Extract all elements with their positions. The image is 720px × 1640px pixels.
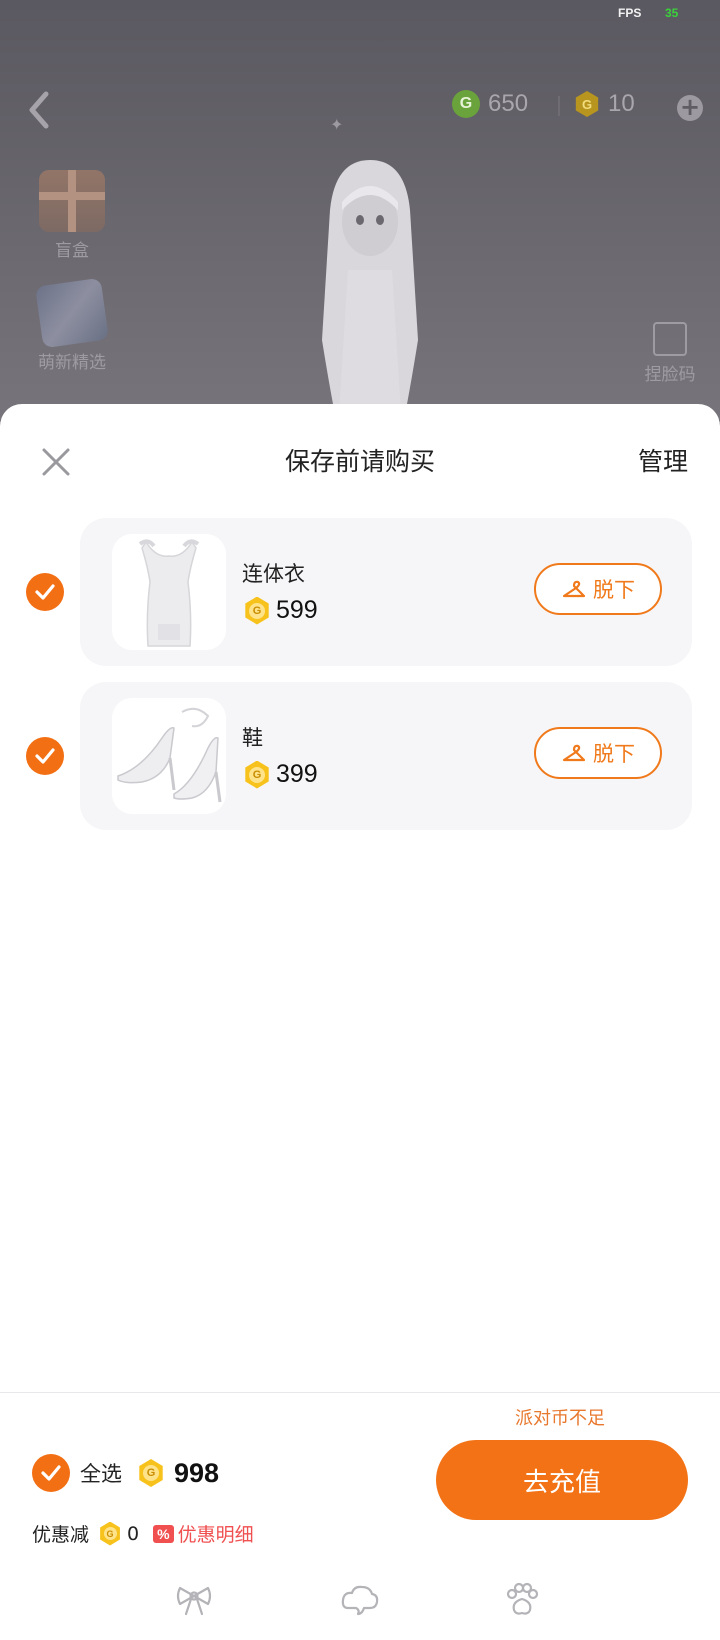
item-thumbnail	[112, 698, 226, 814]
jumpsuit-image	[138, 539, 200, 647]
avatar-character	[322, 160, 418, 420]
select-all-checkbox[interactable]	[32, 1454, 70, 1492]
check-icon	[35, 748, 55, 764]
discount-tag-icon: %	[153, 1524, 174, 1543]
item-name: 连体衣	[242, 562, 305, 586]
item-thumbnail	[112, 534, 226, 650]
green-coin-icon: G	[452, 90, 480, 118]
select-all-toggle[interactable]: 全选 G 998	[32, 1454, 219, 1492]
insufficient-notice: 派对币不足	[515, 1408, 605, 1429]
gold-currency-value: 10	[608, 90, 635, 117]
select-all-label: 全选	[80, 1462, 122, 1486]
bow-icon	[176, 1586, 212, 1616]
coin-icon: G	[139, 1459, 163, 1487]
item-card: 鞋 G 399 脱下	[80, 682, 692, 830]
bow-nav-button[interactable]	[174, 1582, 214, 1618]
check-icon	[41, 1465, 61, 1481]
footer-divider	[0, 1392, 720, 1393]
recharge-button[interactable]: 去充值	[436, 1440, 688, 1520]
item-price: G 399	[244, 760, 318, 789]
plus-icon: +	[679, 93, 701, 121]
take-off-button[interactable]: 脱下	[534, 727, 662, 779]
coin-icon: G	[245, 596, 269, 625]
purchase-sheet: 保存前请购买 管理 连体衣 G 599 脱下 鞋 G 399 脱下 派对币不足 …	[0, 404, 720, 1640]
discount-detail-link[interactable]: % 优惠明细	[153, 1520, 254, 1547]
total-price: 998	[174, 1457, 220, 1488]
add-currency-button[interactable]: +	[677, 95, 703, 121]
item-checkbox[interactable]	[26, 573, 64, 611]
photo-code-button[interactable]: 捏脸码	[638, 322, 702, 385]
item-name: 鞋	[242, 726, 263, 750]
item-card: 连体衣 G 599 脱下	[80, 518, 692, 666]
cloud-nav-button[interactable]	[340, 1582, 380, 1618]
photo-code-label: 捏脸码	[644, 365, 696, 385]
sheet-title: 保存前请购买	[284, 447, 435, 476]
green-currency-value: 650	[488, 90, 529, 117]
coin-icon: G	[245, 760, 269, 789]
take-off-label: 脱下	[593, 578, 635, 602]
item-price: G 599	[244, 596, 318, 625]
back-arrow-icon	[29, 91, 49, 129]
take-off-label: 脱下	[593, 742, 635, 766]
gift-box-icon	[39, 170, 105, 232]
discount-row: 优惠减 G 0 % 优惠明细	[32, 1520, 254, 1547]
fps-value: 35	[665, 6, 679, 20]
gold-currency: G 10	[574, 90, 635, 118]
blind-box-label: 盲盒	[55, 241, 89, 261]
cart-item: 连体衣 G 599 脱下	[0, 518, 720, 666]
discount-label: 优惠减	[32, 1524, 90, 1546]
take-off-button[interactable]: 脱下	[534, 563, 662, 615]
blind-box-button[interactable]: 盲盒	[30, 170, 114, 261]
sparkle-icon: ✦	[330, 115, 344, 134]
currency-divider	[558, 96, 560, 116]
cards-icon	[35, 277, 109, 349]
game-scene-background: FPS 35 G 650 G 10 + ✦ 盲盒 萌新精选 捏脸码	[0, 0, 720, 420]
new-arrivals-button[interactable]: 萌新精选	[30, 277, 114, 373]
paw-icon	[506, 1582, 539, 1615]
discount-detail-label: 优惠明细	[177, 1524, 254, 1546]
check-icon	[35, 584, 55, 600]
shoes-image	[117, 707, 222, 803]
back-button[interactable]	[22, 88, 56, 132]
green-currency: G 650	[452, 90, 528, 118]
cart-item: 鞋 G 399 脱下	[0, 682, 720, 830]
cloud-icon	[341, 1585, 379, 1616]
hanger-icon	[562, 580, 586, 598]
fps-label: FPS	[618, 6, 642, 20]
paw-nav-button[interactable]	[502, 1582, 542, 1618]
new-arrivals-label: 萌新精选	[38, 353, 106, 373]
item-price-value: 599	[276, 596, 318, 624]
gold-coin-icon: G	[575, 91, 599, 117]
item-price-value: 399	[276, 760, 318, 788]
discount-value: 0	[127, 1522, 140, 1545]
item-checkbox[interactable]	[26, 737, 64, 775]
coin-icon: G	[100, 1521, 120, 1546]
manage-button[interactable]: 管理	[638, 442, 688, 478]
hanger-icon	[562, 744, 586, 762]
edit-icon	[653, 322, 687, 356]
